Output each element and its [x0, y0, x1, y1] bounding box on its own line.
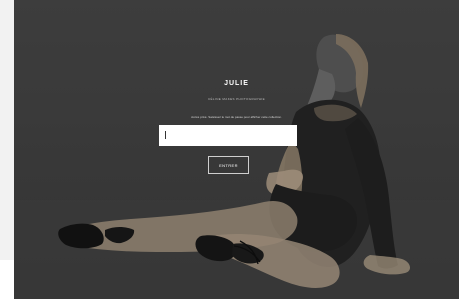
- password-field[interactable]: [159, 125, 297, 146]
- password-gate: JULIE CÉLINE MAKES PHOTOGRAPHIE Accès pr…: [14, 0, 459, 299]
- gallery-page: JULIE CÉLINE MAKES PHOTOGRAPHIE Accès pr…: [0, 0, 459, 299]
- gallery-subtitle: CÉLINE MAKES PHOTOGRAPHIE: [207, 97, 266, 101]
- gallery-cover-background: JULIE CÉLINE MAKES PHOTOGRAPHIE Accès pr…: [14, 0, 459, 299]
- enter-button[interactable]: ENTRER: [208, 156, 249, 174]
- gallery-title: JULIE: [224, 80, 249, 87]
- left-margin: [0, 0, 14, 260]
- password-instruction: Accès privé. Saisissez le mot de passe p…: [191, 115, 282, 119]
- text-cursor: [165, 131, 166, 139]
